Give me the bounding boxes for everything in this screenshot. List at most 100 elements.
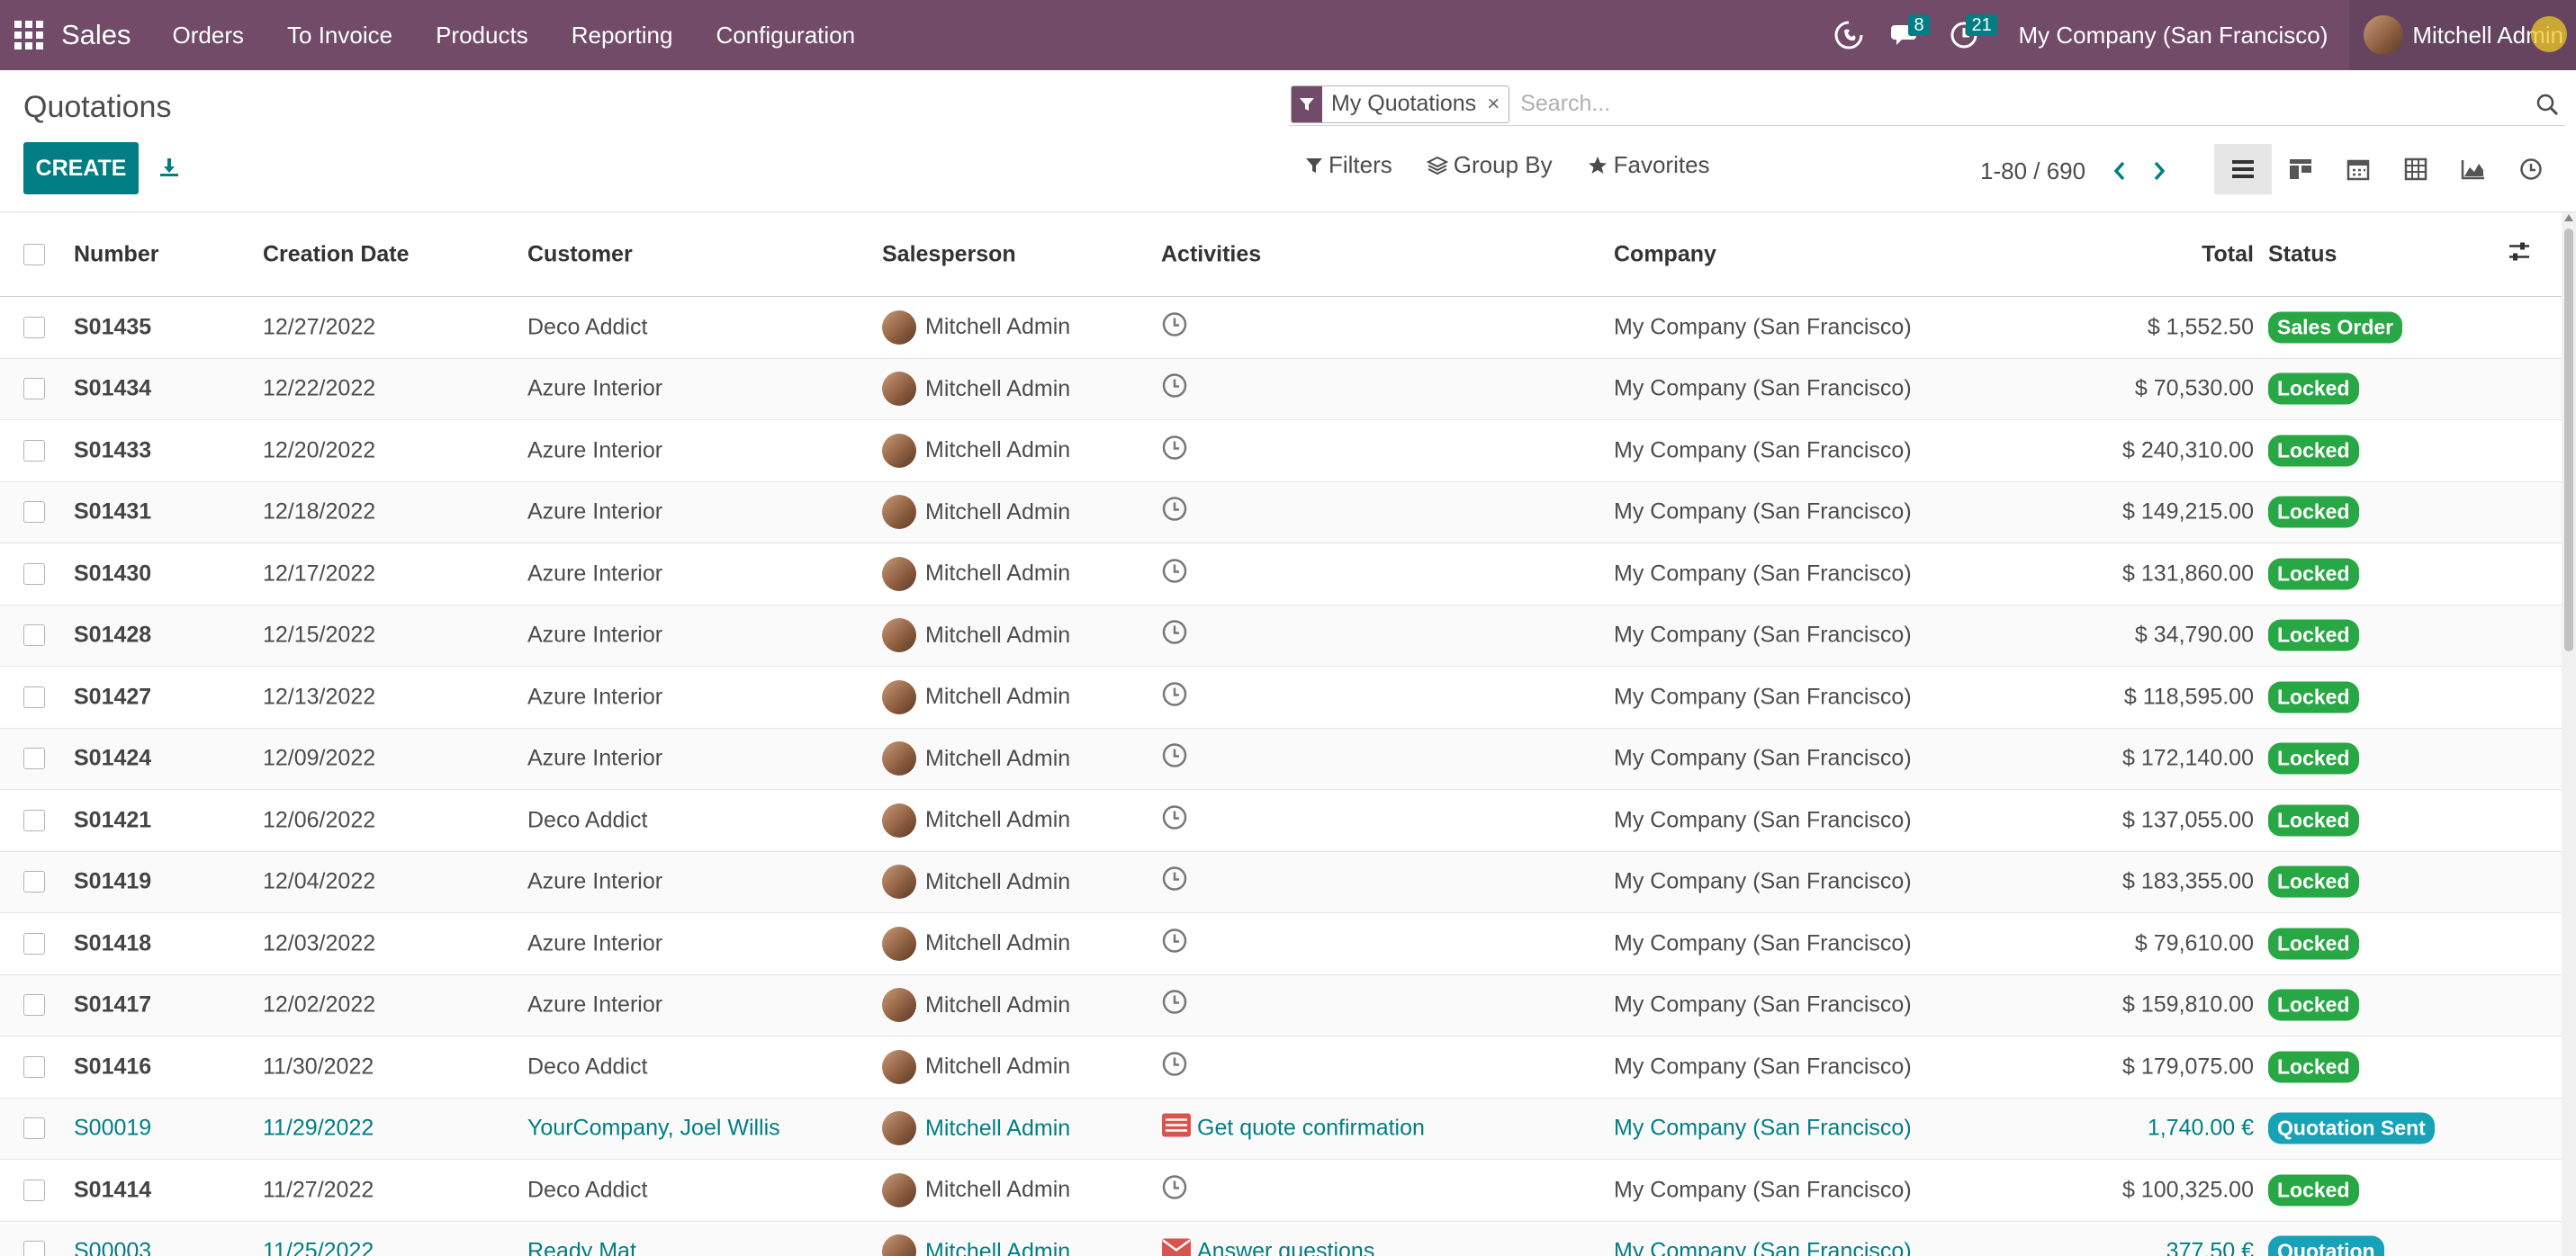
apps-menu-icon[interactable] bbox=[0, 0, 58, 70]
table-row[interactable]: S01430 12/17/2022 Azure Interior Mitchell A… bbox=[0, 543, 2562, 606]
email-activity-icon[interactable] bbox=[1161, 1236, 1192, 1256]
clock-icon[interactable] bbox=[1161, 742, 1188, 776]
clock-icon[interactable] bbox=[1161, 803, 1188, 837]
search-input[interactable] bbox=[1509, 91, 2529, 117]
clock-icon[interactable] bbox=[1161, 372, 1188, 406]
activity-cell[interactable] bbox=[1161, 1173, 1188, 1207]
column-number[interactable]: Number bbox=[74, 241, 158, 267]
activity-cell[interactable] bbox=[1161, 557, 1188, 590]
clock-icon[interactable] bbox=[1161, 866, 1188, 899]
order-number[interactable]: S01427 bbox=[74, 684, 151, 710]
clock-icon[interactable] bbox=[1161, 619, 1188, 652]
activities-clock-icon[interactable]: 21 bbox=[1935, 0, 1997, 70]
column-status[interactable]: Status bbox=[2268, 241, 2337, 267]
voip-icon[interactable] bbox=[1820, 0, 1878, 70]
row-checkbox[interactable] bbox=[23, 686, 45, 708]
activity-cell[interactable] bbox=[1161, 680, 1188, 713]
order-number[interactable]: S01434 bbox=[74, 376, 151, 402]
row-checkbox[interactable] bbox=[23, 501, 45, 524]
order-number[interactable]: S01419 bbox=[74, 869, 151, 895]
activity-cell[interactable] bbox=[1161, 310, 1188, 344]
row-checkbox[interactable] bbox=[23, 316, 45, 338]
messaging-icon[interactable]: 8 bbox=[1878, 0, 1935, 70]
clock-icon[interactable] bbox=[1161, 927, 1188, 960]
optional-columns-icon[interactable] bbox=[2508, 240, 2531, 268]
order-number[interactable]: S01417 bbox=[74, 992, 151, 1018]
table-row[interactable]: S01414 11/27/2022 Deco Addict Mitchell Admi… bbox=[0, 1160, 2562, 1222]
column-customer[interactable]: Customer bbox=[527, 241, 633, 267]
pivot-view-icon[interactable] bbox=[2387, 144, 2445, 194]
pager-value[interactable]: 1-80 / 690 bbox=[1980, 157, 2085, 185]
kanban-view-icon[interactable] bbox=[2272, 144, 2329, 194]
row-checkbox[interactable] bbox=[23, 871, 45, 893]
table-row[interactable]: S01416 11/30/2022 Deco Addict Mitchell Admi… bbox=[0, 1036, 2562, 1099]
table-row[interactable]: S01428 12/15/2022 Azure Interior Mitchell A… bbox=[0, 605, 2562, 667]
groupby-dropdown[interactable]: Group By bbox=[1426, 151, 1553, 179]
order-number[interactable]: S01424 bbox=[74, 746, 151, 772]
activity-cell[interactable] bbox=[1161, 866, 1188, 899]
clock-icon[interactable] bbox=[1161, 1173, 1188, 1207]
menu-orders[interactable]: Orders bbox=[151, 0, 266, 70]
column-total[interactable]: Total bbox=[2202, 241, 2254, 267]
table-row[interactable]: S01434 12/22/2022 Azure Interior Mitchell A… bbox=[0, 358, 2562, 420]
list-view-icon[interactable] bbox=[2214, 144, 2272, 194]
activity-cell[interactable] bbox=[1161, 372, 1188, 406]
company-switcher[interactable]: My Company (San Francisco) bbox=[1993, 22, 2349, 49]
row-checkbox[interactable] bbox=[23, 439, 45, 462]
select-all-checkbox[interactable] bbox=[23, 243, 45, 265]
search-icon[interactable] bbox=[2529, 86, 2565, 122]
calendar-view-icon[interactable] bbox=[2329, 144, 2387, 194]
activity-summary[interactable]: Get quote confirmation bbox=[1197, 1116, 1425, 1142]
clock-icon[interactable] bbox=[1161, 557, 1188, 590]
facet-remove-icon[interactable]: × bbox=[1487, 92, 1509, 117]
table-row[interactable]: S01433 12/20/2022 Azure Interior Mitchell A… bbox=[0, 420, 2562, 482]
table-row[interactable]: S01418 12/03/2022 Azure Interior Mitchell A… bbox=[0, 913, 2562, 975]
row-checkbox[interactable] bbox=[23, 1055, 45, 1078]
order-number[interactable]: S01414 bbox=[74, 1177, 151, 1203]
activity-cell[interactable] bbox=[1161, 927, 1188, 960]
row-checkbox[interactable] bbox=[23, 1117, 45, 1140]
row-checkbox[interactable] bbox=[23, 809, 45, 831]
activity-cell[interactable] bbox=[1161, 742, 1188, 776]
menu-products[interactable]: Products bbox=[414, 0, 550, 70]
search-facet[interactable]: My Quotations × bbox=[1291, 85, 1510, 123]
clock-icon[interactable] bbox=[1161, 989, 1188, 1022]
order-number[interactable]: S01430 bbox=[74, 561, 151, 587]
order-number[interactable]: S01418 bbox=[74, 930, 151, 956]
graph-view-icon[interactable] bbox=[2445, 144, 2502, 194]
table-row[interactable]: S01424 12/09/2022 Azure Interior Mitchell A… bbox=[0, 728, 2562, 790]
clock-icon[interactable] bbox=[1161, 496, 1188, 529]
app-brand[interactable]: Sales bbox=[61, 19, 131, 51]
table-row[interactable]: S01431 12/18/2022 Azure Interior Mitchell A… bbox=[0, 481, 2562, 543]
row-checkbox[interactable] bbox=[23, 1241, 45, 1256]
pager-previous-icon[interactable] bbox=[2102, 153, 2138, 189]
activity-cell[interactable] bbox=[1161, 496, 1188, 529]
activity-summary[interactable]: Answer questions bbox=[1197, 1239, 1374, 1256]
order-number[interactable]: S01428 bbox=[74, 623, 151, 649]
order-number[interactable]: S01433 bbox=[74, 437, 151, 463]
row-checkbox[interactable] bbox=[23, 624, 45, 647]
order-number[interactable]: S01431 bbox=[74, 499, 151, 525]
clock-icon[interactable] bbox=[1161, 680, 1188, 713]
clock-icon[interactable] bbox=[1161, 1050, 1188, 1083]
clock-icon[interactable] bbox=[1161, 310, 1188, 344]
column-salesperson[interactable]: Salesperson bbox=[882, 241, 1016, 267]
row-checkbox[interactable] bbox=[23, 562, 45, 585]
activity-cell[interactable] bbox=[1161, 434, 1188, 467]
column-company[interactable]: Company bbox=[1614, 241, 1716, 267]
activity-cell[interactable]: Get quote confirmation bbox=[1161, 1113, 1425, 1144]
order-number[interactable]: S01416 bbox=[74, 1054, 151, 1080]
menu-configuration[interactable]: Configuration bbox=[694, 0, 877, 70]
column-activities[interactable]: Activities bbox=[1161, 241, 1261, 267]
activity-cell[interactable] bbox=[1161, 803, 1188, 837]
row-checkbox[interactable] bbox=[23, 994, 45, 1017]
row-checkbox[interactable] bbox=[23, 932, 45, 955]
table-row[interactable]: S01421 12/06/2022 Deco Addict Mitchell Admi… bbox=[0, 790, 2562, 852]
row-checkbox[interactable] bbox=[23, 748, 45, 770]
pager-next-icon[interactable] bbox=[2141, 153, 2177, 189]
favorites-dropdown[interactable]: Favorites bbox=[1587, 151, 1710, 179]
clock-icon[interactable] bbox=[1161, 434, 1188, 467]
table-row[interactable]: S00019 11/29/2022 YourCompany, Joel Willis… bbox=[0, 1098, 2562, 1160]
row-checkbox[interactable] bbox=[23, 378, 45, 400]
download-icon[interactable] bbox=[153, 151, 185, 184]
